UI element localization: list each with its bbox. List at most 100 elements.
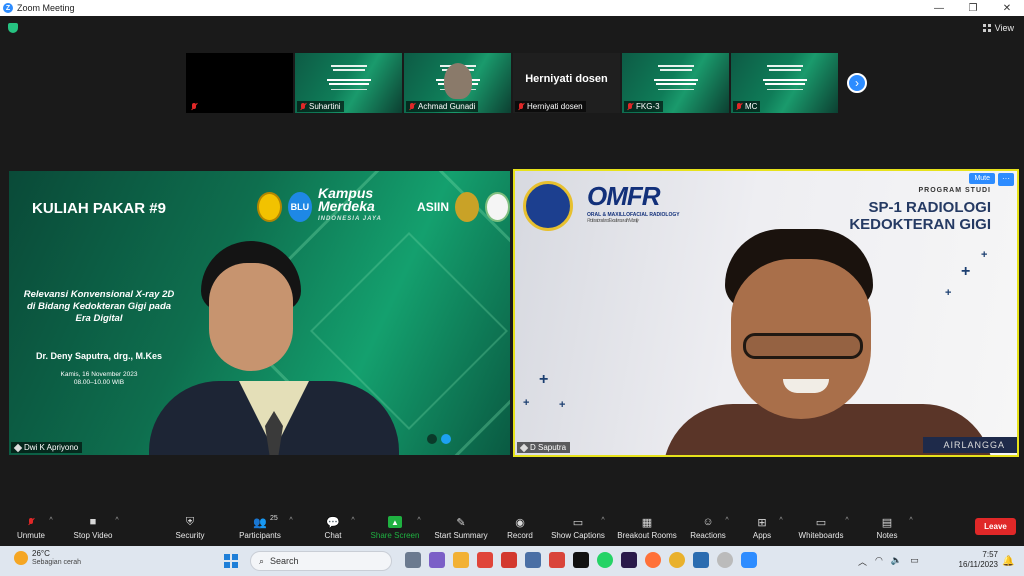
view-button[interactable]: View — [982, 23, 1014, 33]
view-label: View — [994, 23, 1014, 33]
minimize-button[interactable]: — — [922, 0, 956, 16]
notes-button[interactable]: ▤ Notes — [872, 510, 902, 546]
chrome-icon[interactable] — [669, 552, 685, 568]
plus-decoration-icon: + — [523, 397, 530, 409]
program-label: PROGRAM STUDI — [918, 187, 991, 194]
zoom-logo-icon: Z — [3, 3, 13, 13]
system-tray: ︿ ◠ 🔈 ▭ — [858, 555, 919, 568]
powerpoint-icon[interactable] — [549, 552, 565, 568]
participant-tile[interactable]: FKG-3 — [622, 53, 729, 113]
mic-muted-icon — [300, 102, 306, 111]
participant-tile[interactable] — [186, 53, 293, 113]
shield-icon: ⛨ — [185, 515, 195, 528]
faculty-logo-icon — [485, 191, 510, 222]
notes-options-chevron-icon[interactable]: ^ — [906, 510, 916, 546]
app-icon[interactable] — [477, 552, 493, 568]
unmute-button[interactable]: Unmute — [14, 510, 48, 546]
close-button[interactable]: ✕ — [990, 0, 1024, 16]
more-options-button[interactable]: ··· — [998, 173, 1014, 186]
whiteboards-options-chevron-icon[interactable]: ^ — [842, 510, 852, 546]
firefox-icon[interactable] — [645, 552, 661, 568]
battery-icon[interactable]: ▭ — [910, 555, 919, 568]
mic-muted-icon — [736, 102, 742, 111]
whiteboards-button[interactable]: ▭ Whiteboards — [796, 510, 846, 546]
kampus-merdeka-logo: Kampus Merdeka INDONESIA JAYA — [317, 185, 382, 222]
security-shield-icon[interactable] — [8, 23, 18, 33]
participant-tile[interactable]: Suhartini — [295, 53, 402, 113]
notes-icon: ▤ — [881, 516, 893, 529]
whatsapp-icon[interactable] — [597, 552, 613, 568]
active-speaker-video[interactable]: OMFR ORAL & MAXILLOFACIAL RADIOLOGY Profes… — [513, 169, 1019, 457]
meeting-toolbar: Unmute ^ ■ Stop Video ^ ⛨ Security 👥 Par… — [0, 510, 1024, 546]
slide-title: KULIAH PAKAR #9 — [32, 200, 166, 217]
camera-icon[interactable] — [525, 552, 541, 568]
mic-muted-icon — [409, 102, 415, 111]
taskbar-apps — [405, 552, 757, 568]
wifi-icon[interactable]: ◠ — [875, 555, 883, 568]
twitter-icon — [441, 434, 451, 444]
start-summary-button[interactable]: ✎ Start Summary — [432, 510, 490, 546]
security-button[interactable]: ⛨ Security — [170, 510, 210, 546]
window-controls: — ❐ ✕ — [922, 0, 1024, 16]
chat-button[interactable]: 💬 Chat — [320, 510, 346, 546]
participants-options-chevron-icon[interactable]: ^ — [286, 510, 296, 546]
meet-icon[interactable] — [429, 552, 445, 568]
participant-display-name: Herniyati dosen — [525, 73, 608, 85]
participant-tile[interactable]: Achmad Gunadi — [404, 53, 511, 113]
task-view-icon[interactable] — [405, 552, 421, 568]
chat-options-chevron-icon[interactable]: ^ — [348, 510, 358, 546]
app-icon[interactable] — [717, 552, 733, 568]
audio-options-chevron-icon[interactable]: ^ — [46, 510, 56, 546]
leave-button[interactable]: Leave — [975, 518, 1016, 535]
file-explorer-icon[interactable] — [453, 552, 469, 568]
next-page-arrow-icon[interactable]: › — [847, 73, 867, 93]
maps-icon[interactable] — [501, 552, 517, 568]
tiktok-icon[interactable] — [573, 552, 589, 568]
record-icon: ◉ — [515, 516, 525, 529]
participant-tile[interactable]: Herniyati dosen Herniyati dosen — [513, 53, 620, 113]
stop-video-button[interactable]: ■ Stop Video — [72, 510, 114, 546]
weather-description: Sebagian cerah — [32, 559, 82, 566]
share-options-chevron-icon[interactable]: ^ — [414, 510, 424, 546]
captions-options-chevron-icon[interactable]: ^ — [598, 510, 608, 546]
document-icon[interactable] — [693, 552, 709, 568]
photoshop-icon[interactable] — [621, 552, 637, 568]
windows-start-icon[interactable] — [224, 554, 238, 568]
captions-icon: ▭ — [572, 516, 584, 529]
plus-decoration-icon: + — [559, 399, 566, 411]
reactions-options-chevron-icon[interactable]: ^ — [722, 510, 732, 546]
taskbar-clock[interactable]: 7:57 16/11/2023 — [952, 550, 998, 570]
plus-decoration-icon: + — [539, 371, 549, 388]
zoom-icon[interactable] — [741, 552, 757, 568]
maximize-button[interactable]: ❐ — [956, 0, 990, 16]
speaker-video — [663, 229, 993, 455]
breakout-rooms-button[interactable]: ▦ Breakout Rooms — [616, 510, 678, 546]
participant-tile[interactable]: MC — [731, 53, 838, 113]
mute-participant-button[interactable]: Mute — [969, 173, 995, 184]
notification-bell-icon[interactable]: 🔔 — [1002, 556, 1014, 567]
participants-icon: 👥 — [253, 516, 267, 529]
mic-off-icon — [24, 516, 38, 528]
summary-icon: ✎ — [456, 516, 466, 529]
participant-name-tag: Dwi K Apriyono — [11, 442, 83, 453]
weather-widget[interactable]: 26°C Sebagian cerah — [14, 549, 81, 567]
share-screen-button[interactable]: ▲ Share Screen — [370, 510, 420, 546]
participant-name-tag: Herniyati dosen — [515, 101, 586, 112]
sun-cloud-icon — [14, 551, 28, 565]
video-options-chevron-icon[interactable]: ^ — [112, 510, 122, 546]
banner-footer: AIRLANGGA — [923, 437, 1017, 453]
participant-strip: Suhartini Achmad Gunadi Herniyati dosen … — [186, 53, 838, 113]
taskbar-search[interactable]: ⌕ Search — [250, 551, 392, 571]
shared-slide-video[interactable]: KULIAH PAKAR #9 Relevansi Konvensional X… — [9, 171, 510, 455]
grid-icon — [982, 24, 991, 32]
apps-icon: ⊞ — [757, 516, 767, 529]
participant-name-tag: FKG-3 — [624, 101, 663, 112]
tray-chevron-icon[interactable]: ︿ — [858, 555, 867, 568]
participant-name-tag — [188, 102, 203, 112]
record-button[interactable]: ◉ Record — [504, 510, 536, 546]
omfr-logo: OMFR ORAL & MAXILLOFACIAL RADIOLOGY Profes… — [587, 181, 680, 224]
apps-options-chevron-icon[interactable]: ^ — [776, 510, 786, 546]
volume-icon[interactable]: 🔈 — [891, 555, 902, 568]
whiteboard-icon: ▭ — [815, 516, 827, 529]
apps-button[interactable]: ⊞ Apps — [748, 510, 776, 546]
